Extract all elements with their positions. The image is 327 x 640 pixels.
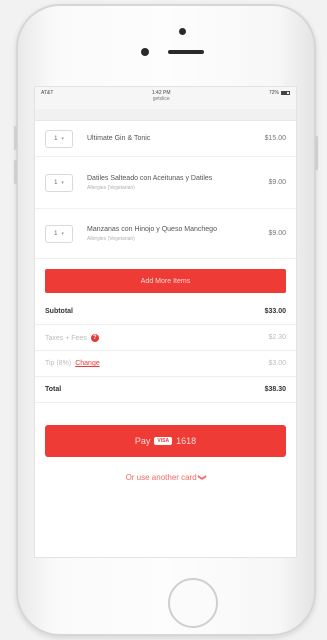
- subtotal-value: $33.00: [264, 308, 286, 315]
- item-name: Manzanas con Hinojo y Queso Manchego: [87, 225, 217, 233]
- cart-item: 1 ▾ Datiles Salteado con Aceitunas y Dati…: [35, 157, 296, 209]
- tip-value: $3.00: [268, 360, 286, 367]
- battery-status: 72%: [269, 90, 290, 96]
- home-button[interactable]: [168, 578, 218, 628]
- change-tip-link[interactable]: Change: [75, 360, 100, 367]
- chevron-down-icon: ▾: [61, 179, 64, 186]
- carrier-label: AT&T: [41, 90, 54, 96]
- phone-screen: AT&T 1:42 PM getslice 72% 1 ▾ Ultimate Gi…: [34, 86, 297, 558]
- chevron-down-icon: ▾: [61, 230, 64, 237]
- proximity-sensor: [141, 48, 149, 56]
- cart-item: 1 ▾ Ultimate Gin & Tonic $15.00: [35, 121, 296, 157]
- chevron-down-icon: ▾: [61, 135, 64, 142]
- item-price: $9.00: [268, 179, 286, 186]
- front-camera: [179, 28, 186, 35]
- card-last-digits: 1618: [176, 436, 197, 446]
- subtotal-label: Subtotal: [45, 308, 73, 315]
- cart-item: 1 ▾ Manzanas con Hinojo y Queso Manchego …: [35, 209, 296, 259]
- quantity-select[interactable]: 1 ▾: [45, 173, 73, 192]
- add-more-items-button[interactable]: Add More Items: [45, 269, 286, 293]
- volume-button: [14, 160, 17, 184]
- question-circle-icon[interactable]: ?: [90, 333, 99, 342]
- total-label: Total: [45, 386, 62, 393]
- battery-icon: [281, 90, 290, 95]
- quantity-select[interactable]: 1 ▾: [45, 224, 73, 243]
- earpiece-speaker: [168, 50, 204, 54]
- taxes-label: Taxes + Fees: [45, 334, 87, 342]
- taxes-value: $2.30: [268, 334, 286, 341]
- subtotal-row: Subtotal $33.00: [35, 299, 296, 325]
- quantity-select[interactable]: 1 ▾: [45, 129, 73, 148]
- address-bar-url[interactable]: getslice: [152, 96, 171, 102]
- total-row: Total $38.30: [35, 377, 296, 403]
- total-value: $38.30: [264, 386, 286, 393]
- card-brand-badge: VISA: [154, 437, 173, 445]
- item-allergens: Allergies (Vegetarian): [87, 184, 135, 191]
- item-price: $9.00: [268, 230, 286, 237]
- item-price: $15.00: [264, 135, 286, 142]
- volume-button: [14, 126, 17, 150]
- item-allergens: Allergies (Vegetarian): [87, 235, 135, 242]
- chevron-down-icon: ❯: [197, 474, 207, 481]
- status-bar: AT&T 1:42 PM getslice 72%: [35, 87, 296, 109]
- tip-label: Tip (8%): [45, 360, 72, 367]
- pay-button[interactable]: Pay VISA 1618: [45, 425, 286, 457]
- item-name: Ultimate Gin & Tonic: [87, 135, 151, 142]
- taxes-row: Taxes + Fees? $2.30: [35, 325, 296, 351]
- pay-label: Pay: [134, 436, 151, 446]
- section-divider: [35, 109, 296, 121]
- tip-row: Tip (8%) Change $3.00: [35, 351, 296, 377]
- item-name: Datiles Salteado con Aceitunas y Datiles: [87, 174, 213, 182]
- use-another-card-link[interactable]: Or use another card❯: [35, 473, 296, 482]
- power-button: [315, 136, 318, 170]
